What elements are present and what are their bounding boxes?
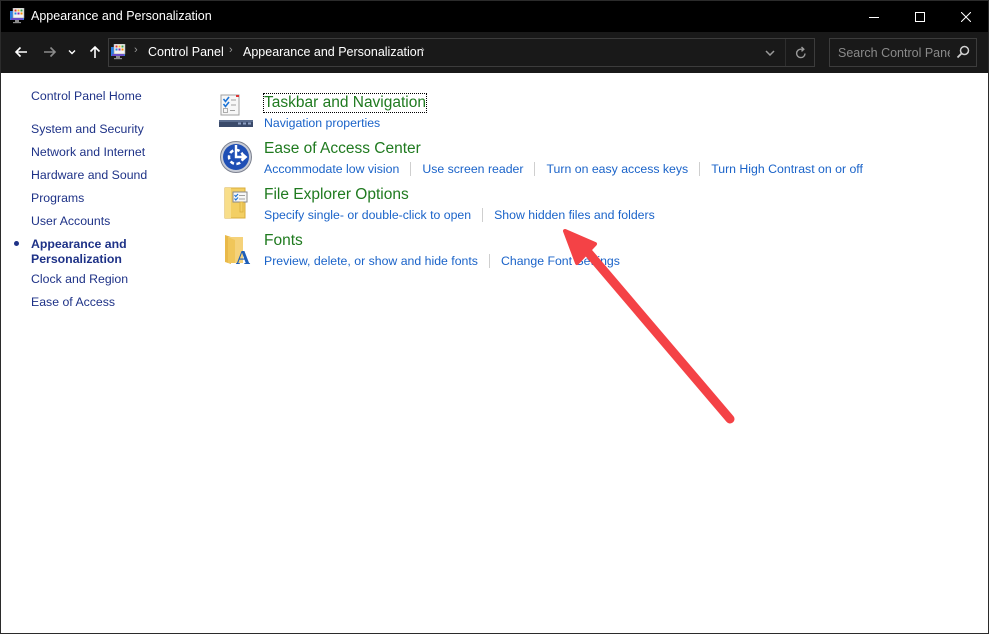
navigation-properties-link[interactable]: Navigation properties (264, 116, 380, 130)
fonts-link[interactable]: Fonts (264, 232, 303, 250)
maximize-button[interactable] (897, 1, 943, 32)
arrow-up-icon (89, 45, 101, 58)
navigation-bar: › Control Panel › Appearance and Persona… (1, 32, 988, 73)
sidebar-item-user-accounts[interactable]: User Accounts (31, 214, 110, 229)
close-icon (961, 11, 971, 22)
up-button[interactable] (84, 41, 106, 63)
fonts-folder-icon[interactable]: A (219, 232, 253, 266)
control-panel-icon (10, 8, 25, 24)
window-title: Appearance and Personalization (31, 9, 212, 23)
forward-button[interactable] (39, 41, 61, 63)
taskbar-checklist-icon[interactable] (219, 94, 253, 128)
minimize-icon (869, 16, 879, 18)
accommodate-low-vision-link[interactable]: Accommodate low vision (264, 162, 399, 176)
search-box[interactable] (829, 38, 977, 67)
sidebar-item-clock-and-region[interactable]: Clock and Region (31, 272, 128, 287)
ease-of-access-center-link[interactable]: Ease of Access Center (264, 140, 421, 158)
sidebar-item-ease-of-access[interactable]: Ease of Access (31, 295, 115, 310)
back-button[interactable] (10, 41, 32, 63)
link-divider (699, 162, 701, 176)
address-bar[interactable]: › Control Panel › Appearance and Persona… (108, 38, 815, 67)
change-font-settings-link[interactable]: Change Font Settings (501, 254, 620, 268)
taskbar-and-navigation-link[interactable]: Taskbar and Navigation (263, 93, 427, 113)
search-icon[interactable] (956, 45, 970, 59)
turn-on-easy-access-keys-link[interactable]: Turn on easy access keys (546, 162, 688, 176)
control-panel-icon (111, 44, 126, 60)
chevron-down-icon (68, 50, 76, 55)
sidebar-item-system-and-security[interactable]: System and Security (31, 122, 144, 137)
breadcrumb-control-panel[interactable]: Control Panel (148, 45, 224, 59)
preview-delete-show-hide-fonts-link[interactable]: Preview, delete, or show and hide fonts (264, 254, 478, 268)
sidebar: Control Panel Home System and Security N… (1, 73, 201, 633)
turn-high-contrast-link[interactable]: Turn High Contrast on or off (711, 162, 863, 176)
chevron-down-icon (765, 49, 775, 56)
sidebar-control-panel-home[interactable]: Control Panel Home (31, 89, 142, 104)
maximize-icon (915, 11, 925, 22)
minimize-button[interactable] (851, 1, 897, 32)
link-divider (534, 162, 536, 176)
link-divider (482, 208, 484, 222)
current-item-bullet-icon (14, 241, 19, 246)
svg-text:A: A (236, 247, 251, 266)
specify-single-or-double-click-link[interactable]: Specify single- or double-click to open (264, 208, 471, 222)
refresh-button[interactable] (787, 39, 815, 66)
control-panel-window: Appearance and Personalization › Control… (0, 0, 989, 634)
category-list: Taskbar and Navigation Navigation proper… (211, 73, 981, 633)
link-divider (410, 162, 412, 176)
sidebar-item-programs[interactable]: Programs (31, 191, 84, 206)
link-divider (488, 254, 490, 268)
show-hidden-files-and-folders-link[interactable]: Show hidden files and folders (494, 208, 655, 222)
folder-options-icon[interactable] (219, 186, 253, 220)
arrow-right-icon (44, 46, 57, 58)
use-screen-reader-link[interactable]: Use screen reader (422, 162, 523, 176)
file-explorer-options-link[interactable]: File Explorer Options (264, 186, 409, 204)
title-bar: Appearance and Personalization (1, 1, 988, 32)
sidebar-item-hardware-and-sound[interactable]: Hardware and Sound (31, 168, 147, 183)
address-divider (785, 39, 786, 66)
address-history-dropdown[interactable] (757, 39, 783, 66)
sidebar-item-network-and-internet[interactable]: Network and Internet (31, 145, 145, 160)
sidebar-item-appearance-and-personalization[interactable]: Appearance and Personalization (31, 237, 141, 267)
arrow-left-icon (14, 46, 27, 58)
ease-of-access-icon[interactable] (219, 140, 253, 174)
recent-locations-button[interactable] (64, 41, 80, 63)
search-input[interactable] (830, 39, 950, 66)
breadcrumb-separator-icon[interactable]: › (229, 44, 233, 56)
breadcrumb-separator-icon[interactable]: › (421, 44, 425, 56)
breadcrumb-separator-icon[interactable]: › (134, 44, 138, 56)
refresh-icon (795, 46, 806, 59)
close-button[interactable] (943, 1, 989, 32)
breadcrumb-appearance-and-personalization[interactable]: Appearance and Personalization (243, 45, 424, 59)
